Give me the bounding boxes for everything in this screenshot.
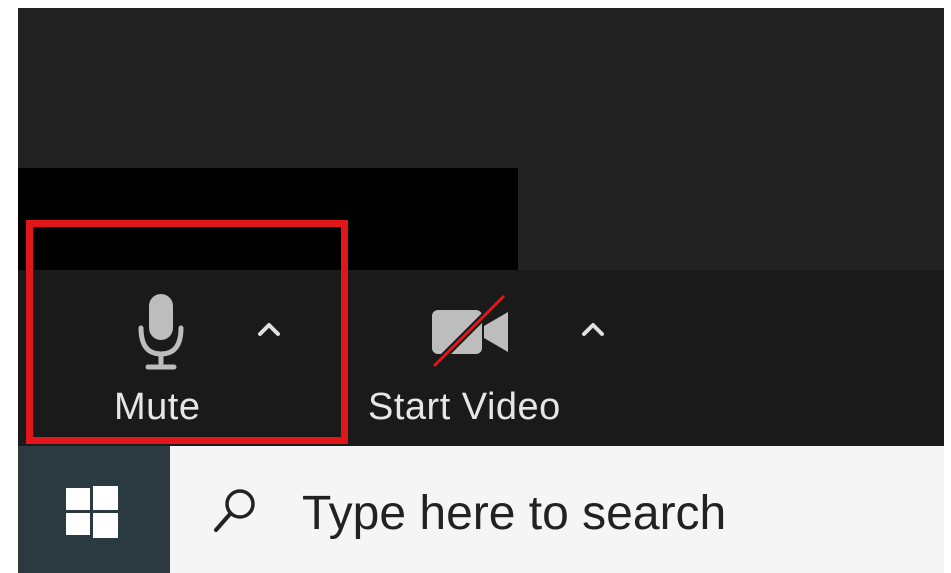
start-video-button[interactable]: Start Video [358,270,588,446]
mute-button[interactable]: Mute [18,270,223,446]
search-placeholder: Type here to search [302,487,727,540]
windows-logo-icon [66,486,118,538]
mute-label: Mute [114,386,201,428]
video-off-icon [428,292,514,372]
meeting-toolbar: Mute Start Video [18,270,944,446]
start-video-label: Start Video [368,386,561,428]
audio-options-button[interactable] [254,316,284,346]
search-icon [210,486,260,536]
search-box[interactable]: Type here to search [170,446,944,573]
video-tile [18,168,518,276]
chevron-up-icon [254,314,284,347]
video-options-button[interactable] [578,316,608,346]
microphone-icon [136,292,186,372]
start-button[interactable] [18,446,170,573]
chevron-up-icon [578,314,608,347]
meeting-window: Mute Start Video Type here to search [18,8,944,573]
taskbar: Type here to search [18,446,944,573]
